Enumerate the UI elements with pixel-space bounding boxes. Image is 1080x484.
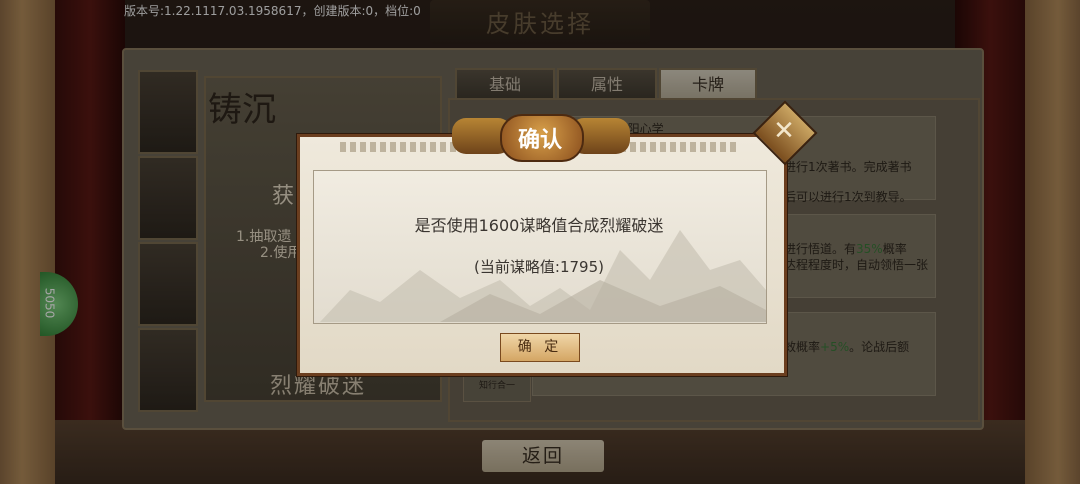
current-strategy-value: (当前谋略值:1795) [474,258,604,276]
close-icon[interactable]: ✕ [770,114,798,148]
dialog-title: 确认 [517,128,562,153]
confirm-button[interactable]: 确 定 [500,333,580,362]
dialog-message: 是否使用1600谋略值合成烈耀破迷 [414,216,664,235]
